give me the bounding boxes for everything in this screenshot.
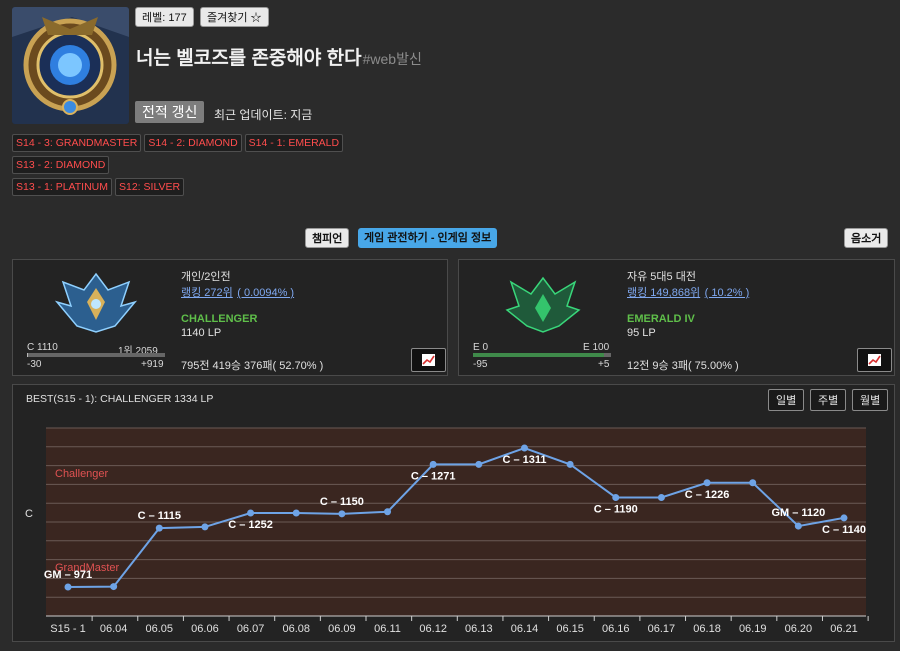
x-tick-label: 06.16 (602, 623, 630, 635)
data-point-label: C – 1252 (228, 519, 273, 531)
lp-data-point (749, 479, 757, 487)
lp-data-point (110, 583, 118, 591)
lp-data-point (657, 493, 665, 501)
data-point-label: C – 1271 (411, 470, 456, 482)
lp-data-point (475, 460, 483, 468)
data-point-label: GM – 1120 (771, 507, 825, 519)
lp-line-chart: ChallengerGrandMasterS15 - 1 06.04 06.05 06… (25, 427, 869, 635)
data-point-label: C – 1140 (822, 524, 866, 536)
band-label-challenger: Challenger (55, 468, 109, 480)
lp-data-point (429, 460, 437, 468)
lp-data-point (384, 508, 392, 516)
lp-data-point (520, 444, 528, 452)
data-point-label: C – 1226 (685, 489, 730, 501)
data-point-label: C – 1150 (320, 496, 364, 508)
data-point-label: C – 1311 (502, 454, 546, 466)
x-tick-label: 06.15 (556, 623, 584, 635)
x-tick-label: S15 - 1 (50, 623, 85, 635)
lp-data-point (292, 509, 300, 517)
y-axis-label: C (25, 508, 33, 520)
x-tick-label: 06.12 (419, 623, 447, 635)
x-tick-label: 06.08 (282, 623, 310, 635)
lp-data-point (794, 522, 802, 530)
x-tick-label: 06.18 (693, 623, 721, 635)
x-tick-label: 06.05 (146, 623, 174, 635)
x-tick-label: 06.17 (648, 623, 676, 635)
lp-data-point (64, 583, 72, 591)
x-tick-label: 06.20 (785, 623, 813, 635)
x-tick-label: 06.11 (374, 623, 401, 635)
x-tick-label: 06.06 (191, 623, 219, 635)
x-tick-label: 06.14 (511, 623, 539, 635)
x-tick-label: 06.19 (739, 623, 767, 635)
lp-data-point (155, 524, 163, 532)
lp-data-point (566, 460, 574, 468)
lp-data-point (612, 493, 620, 501)
x-tick-label: 06.09 (328, 623, 356, 635)
x-tick-label: 06.13 (465, 623, 493, 635)
x-tick-label: 06.07 (237, 623, 265, 635)
lp-data-point (840, 514, 848, 522)
lp-data-point (703, 479, 711, 487)
data-point-label: C – 1190 (594, 503, 638, 515)
lp-data-point (201, 523, 209, 531)
data-point-label: C – 1115 (138, 510, 181, 522)
lp-data-point (338, 510, 346, 518)
x-tick-label: 06.21 (830, 623, 858, 635)
lp-data-point (247, 509, 255, 517)
x-tick-label: 06.04 (100, 623, 128, 635)
data-point-label: GM – 971 (44, 569, 92, 581)
